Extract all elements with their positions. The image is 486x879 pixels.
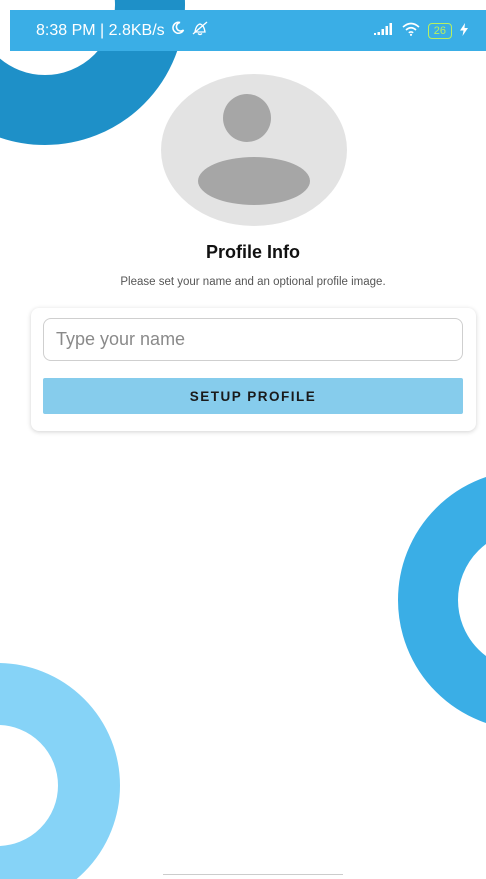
signal-icon — [373, 23, 394, 38]
decorative-ring-bottom-left — [0, 663, 120, 879]
name-input[interactable] — [43, 318, 463, 361]
wifi-icon — [402, 22, 420, 39]
page-subtitle: Please set your name and an optional pro… — [120, 276, 386, 288]
notification-off-icon — [191, 20, 209, 41]
status-bar: 8:38 PM | 2.8KB/s 26 — [10, 10, 486, 51]
charging-icon — [460, 22, 468, 39]
avatar-body-icon — [198, 157, 310, 205]
battery-icon: 26 — [427, 22, 452, 39]
home-indicator — [163, 874, 343, 879]
profile-setup-screen: 8:38 PM | 2.8KB/s 26 Profile Info Please… — [0, 0, 486, 879]
profile-form-card: SETUP PROFILE — [31, 308, 476, 431]
profile-avatar-placeholder[interactable] — [161, 74, 347, 226]
moon-icon — [171, 21, 185, 40]
setup-profile-button[interactable]: SETUP PROFILE — [43, 378, 463, 414]
page-title: Profile Info — [206, 242, 300, 262]
status-left: 8:38 PM | 2.8KB/s — [36, 20, 209, 41]
battery-level: 26 — [433, 24, 446, 37]
status-right: 26 — [373, 22, 468, 39]
avatar-head-icon — [223, 94, 271, 142]
status-time: 8:38 PM | 2.8KB/s — [36, 21, 165, 39]
decorative-ring-right — [398, 470, 486, 730]
